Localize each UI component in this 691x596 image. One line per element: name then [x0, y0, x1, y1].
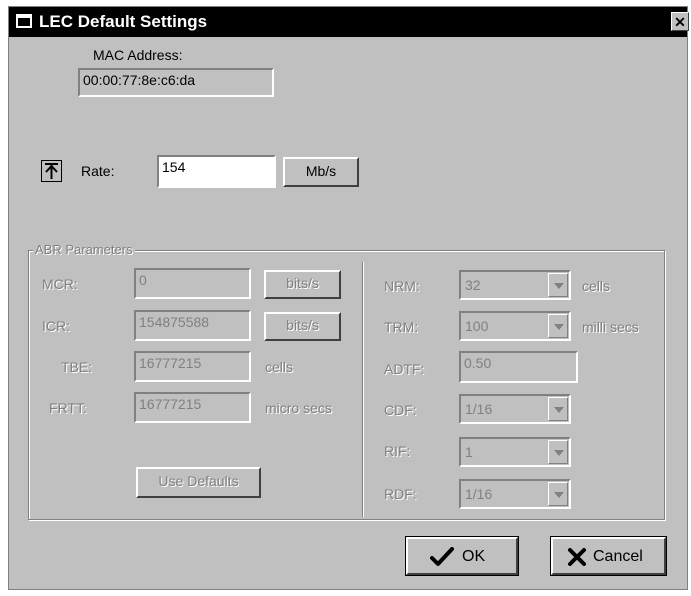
arrow-up-bar-icon[interactable] — [41, 160, 62, 182]
rif-label: RIF: — [384, 443, 411, 459]
group-divider — [362, 262, 363, 517]
icr-unit-button[interactable]: bits/s — [264, 312, 341, 341]
title-bar: LEC Default Settings ✕ — [9, 7, 689, 37]
trm-unit: milli secs — [582, 319, 639, 335]
frtt-input[interactable]: 16777215 — [134, 392, 251, 423]
window-title: LEC Default Settings — [39, 12, 208, 31]
rif-value: 1 — [465, 444, 473, 460]
tbe-unit: cells — [265, 359, 294, 375]
trm-label: TRM: — [384, 319, 419, 335]
adtf-input[interactable]: 0.50 — [459, 351, 578, 383]
cdf-label: CDF: — [384, 402, 417, 418]
rdf-value: 1/16 — [465, 486, 493, 502]
adtf-label: ADTF: — [384, 361, 425, 377]
nrm-value: 32 — [465, 277, 481, 293]
window-icon — [16, 14, 32, 28]
cancel-button[interactable]: Cancel — [551, 537, 666, 575]
use-defaults-button[interactable]: Use Defaults — [136, 467, 261, 498]
chevron-down-icon[interactable] — [548, 397, 568, 421]
rate-label: Rate: — [81, 163, 115, 179]
x-icon — [568, 548, 586, 566]
chevron-down-icon[interactable] — [548, 482, 568, 506]
mcr-label: MCR: — [42, 276, 78, 292]
mcr-unit-button[interactable]: bits/s — [264, 270, 341, 299]
chevron-down-icon[interactable] — [548, 273, 568, 297]
abr-parameters-label: ABR Parameters — [33, 242, 135, 257]
ok-label: OK — [462, 548, 486, 565]
rdf-select[interactable]: 1/16 — [459, 479, 571, 509]
nrm-unit: cells — [582, 278, 611, 294]
nrm-select[interactable]: 32 — [459, 270, 571, 300]
rate-input[interactable]: 154 — [157, 155, 276, 188]
chevron-down-icon[interactable] — [548, 314, 568, 338]
chevron-down-icon[interactable] — [548, 440, 568, 464]
ok-button[interactable]: OK — [406, 537, 518, 575]
trm-value: 100 — [465, 318, 489, 334]
mac-address-label: MAC Address: — [93, 47, 183, 63]
close-button[interactable]: ✕ — [671, 12, 689, 31]
checkmark-icon — [430, 547, 454, 566]
tbe-label: TBE: — [61, 359, 93, 375]
frtt-label: FRTT: — [49, 400, 87, 416]
rif-select[interactable]: 1 — [459, 437, 571, 467]
rate-unit-button[interactable]: Mb/s — [283, 157, 359, 187]
cdf-value: 1/16 — [465, 401, 493, 417]
mac-address-field: 00:00:77:8e:c6:da — [78, 68, 274, 97]
frtt-unit: micro secs — [265, 400, 332, 416]
tbe-input[interactable]: 16777215 — [134, 351, 251, 382]
mcr-input[interactable]: 0 — [134, 268, 251, 299]
trm-select[interactable]: 100 — [459, 311, 571, 341]
cancel-label: Cancel — [593, 548, 643, 565]
nrm-label: NRM: — [384, 278, 420, 294]
rdf-label: RDF: — [384, 486, 417, 502]
icr-label: ICR: — [42, 318, 70, 334]
cdf-select[interactable]: 1/16 — [459, 394, 571, 424]
icr-input[interactable]: 154875588 — [134, 310, 251, 341]
